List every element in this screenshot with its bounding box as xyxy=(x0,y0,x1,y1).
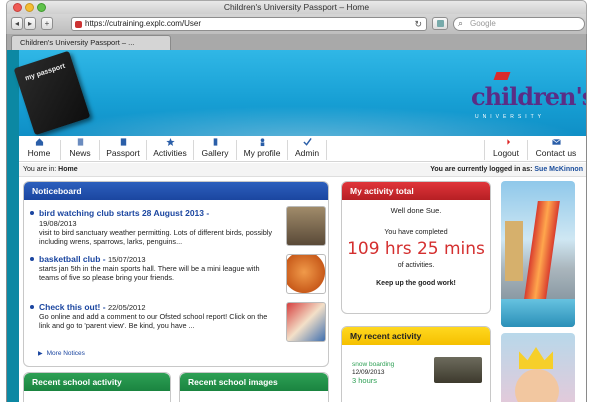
nav-item-passport[interactable]: Passport xyxy=(101,136,145,162)
search-icon: ⌕ xyxy=(458,18,464,28)
activity-hours: 3 hours xyxy=(352,376,378,385)
envelope-icon xyxy=(551,139,561,145)
main-nav: Home News Passport Activities Gallery My… xyxy=(19,136,586,162)
recent-activity-item[interactable]: snow boarding 12/09/2013 3 hours xyxy=(352,361,394,385)
passport-icon xyxy=(120,138,126,146)
nav-item-news[interactable]: News xyxy=(62,136,98,162)
notice-item: Check this out! - 22/05/2012 Go online a… xyxy=(30,302,276,330)
site-header: my passport children's UNIVERSITY xyxy=(13,50,587,136)
school-images-title: Recent school images xyxy=(180,373,328,391)
tab-passport[interactable]: Children's University Passport – ... xyxy=(11,35,171,50)
gallery-icon xyxy=(213,138,217,146)
noticeboard-panel: Noticeboard bird watching club starts 28… xyxy=(23,181,329,367)
recent-activity-panel: My recent activity snow boarding 12/09/2… xyxy=(341,326,491,402)
back-button[interactable]: ◂ xyxy=(11,17,23,30)
noticeboard-title: Noticeboard xyxy=(24,182,328,200)
notice-body: starts jan 5th in the main sports hall. … xyxy=(39,264,260,282)
logged-in-status: You are currently logged in as: Sue McKi… xyxy=(430,166,583,173)
hours-total: 109 hrs 25 mins xyxy=(347,239,485,259)
page-content: my passport children's UNIVERSITY Home N… xyxy=(13,50,587,402)
search-input[interactable]: ⌕ Google xyxy=(453,17,585,31)
url-text: https://cutraining.explc.com/User xyxy=(85,19,202,28)
waterpark-photo xyxy=(501,181,575,327)
school-activity-title: Recent school activity xyxy=(24,373,170,391)
favicon-icon xyxy=(75,21,82,28)
nav-item-activities[interactable]: Activities xyxy=(148,136,192,162)
notice-title[interactable]: basketball club - 15/07/2013 xyxy=(30,254,276,264)
nav-item-admin[interactable]: Admin xyxy=(289,136,325,162)
nav-item-contact-us[interactable]: Contact us xyxy=(529,136,583,162)
greeting-text: Well done Sue. xyxy=(390,206,442,215)
of-activities-text: of activities. xyxy=(397,262,435,269)
completed-text: You have completed xyxy=(384,229,448,236)
activity-name: snow boarding xyxy=(352,361,395,368)
notice-body: Go online and add a comment to our Ofste… xyxy=(39,312,268,330)
tab-bar: Children's University Passport – ... xyxy=(6,34,587,50)
window-title: Children's University Passport – Home xyxy=(223,2,370,12)
arrow-icon xyxy=(502,139,510,145)
childrens-university-logo: children's xyxy=(471,82,587,111)
boy-photo-thumbnail[interactable] xyxy=(286,206,326,246)
notice-title[interactable]: Check this out! - 22/05/2012 xyxy=(30,302,276,312)
checkmark-icon xyxy=(302,137,312,146)
breadcrumb-prefix: You are in: xyxy=(23,166,57,173)
school-images-panel: Recent school images xyxy=(179,372,329,402)
person-icon xyxy=(260,138,264,147)
star-icon xyxy=(165,137,175,146)
home-icon xyxy=(35,138,43,146)
kids-costume-photo xyxy=(501,333,575,402)
search-placeholder: Google xyxy=(470,19,496,28)
notice-title[interactable]: bird watching club starts 28 August 2013… xyxy=(30,208,276,228)
forward-button[interactable]: ▸ xyxy=(24,17,36,30)
nav-item-logout[interactable]: Logout xyxy=(486,136,526,162)
user-name-link[interactable]: Sue McKinnon xyxy=(534,166,583,173)
nav-item-home[interactable]: Home xyxy=(19,136,59,162)
news-icon xyxy=(77,138,83,146)
address-bar[interactable]: https://cutraining.explc.com/User ↻ xyxy=(71,17,427,31)
bookmark-icon xyxy=(437,20,444,27)
triangle-right-icon: ▶ xyxy=(38,351,43,357)
nav-item-my-profile[interactable]: My profile xyxy=(238,136,286,162)
kids-reading-thumbnail[interactable] xyxy=(286,302,326,342)
activity-total-panel: My activity total Well done Sue. You hav… xyxy=(341,181,491,314)
notice-item: basketball club - 15/07/2013 starts jan … xyxy=(30,254,276,282)
breadcrumb: You are in: Home You are currently logge… xyxy=(19,163,586,177)
notice-body: visit to bird sanctuary weather permitti… xyxy=(39,228,273,246)
snowboarding-thumbnail[interactable] xyxy=(434,357,482,383)
add-bookmark-button[interactable]: + xyxy=(41,17,53,30)
activity-total-title: My activity total xyxy=(342,182,490,200)
browser-toolbar: ◂ ▸ + https://cutraining.explc.com/User … xyxy=(6,14,587,34)
window-titlebar: Children's University Passport – Home xyxy=(6,0,587,14)
nav-item-gallery[interactable]: Gallery xyxy=(195,136,235,162)
notice-item: bird watching club starts 28 August 2013… xyxy=(30,208,276,246)
reload-icon[interactable]: ↻ xyxy=(414,18,422,30)
graduation-cap-icon xyxy=(493,72,511,80)
school-activity-panel: Recent school activity xyxy=(23,372,171,402)
encouragement-text: Keep up the good work! xyxy=(376,280,456,287)
basketball-thumbnail[interactable] xyxy=(286,254,326,294)
page-viewport: my passport children's UNIVERSITY Home N… xyxy=(6,50,587,402)
more-notices-link[interactable]: ▶ More Notices xyxy=(38,350,85,357)
bookmarks-button[interactable] xyxy=(432,17,448,30)
breadcrumb-current: Home xyxy=(58,166,78,173)
recent-activity-title: My recent activity xyxy=(342,327,490,345)
logo-subtitle: UNIVERSITY xyxy=(475,114,546,120)
